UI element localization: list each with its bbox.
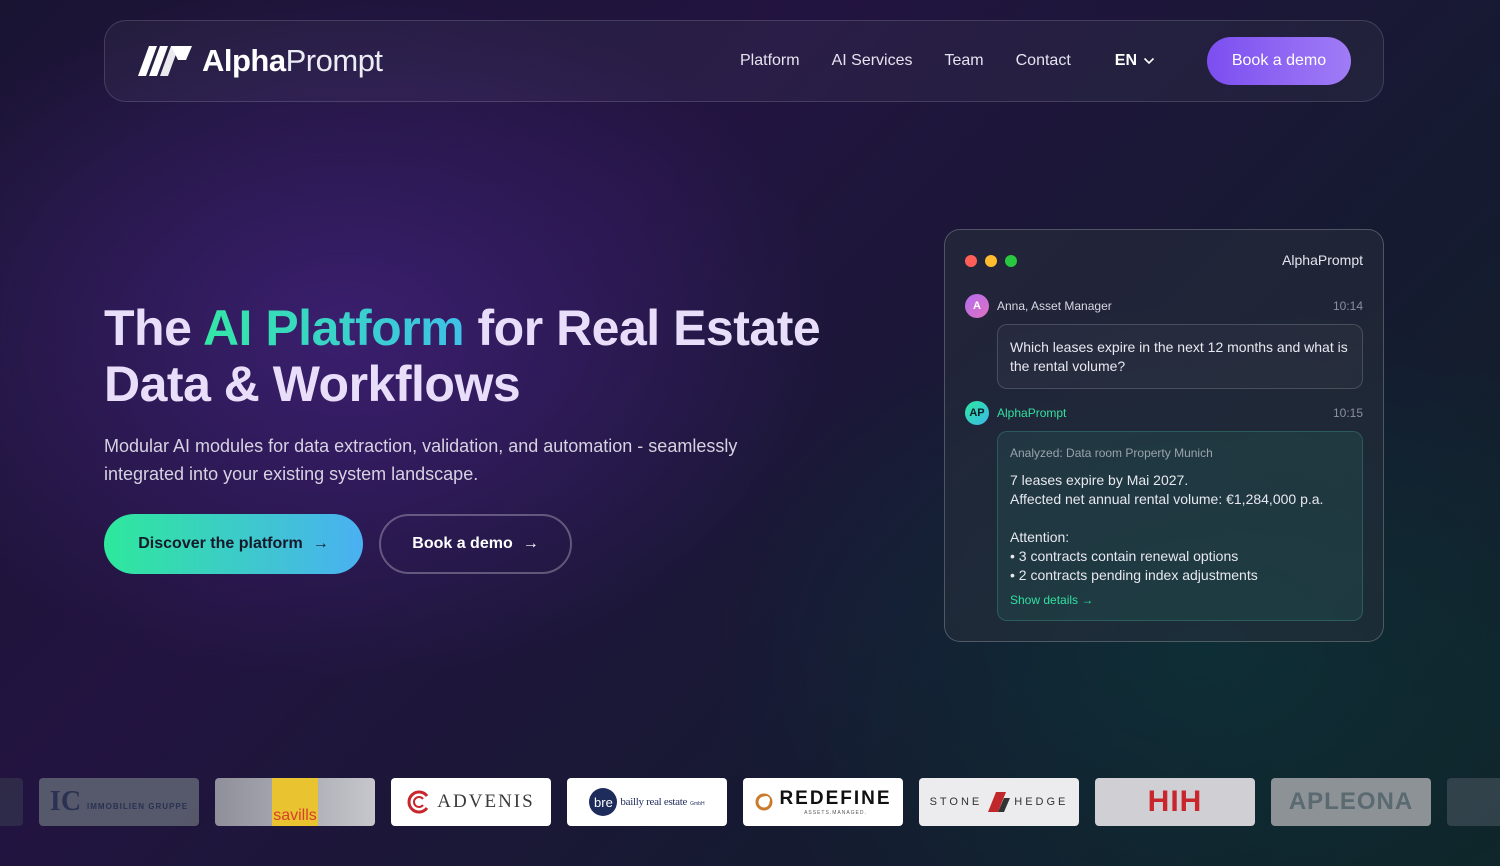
redefine-logo-text: REDEFINE	[779, 788, 892, 809]
brand-name-light: Prompt	[285, 43, 383, 78]
close-dot-icon	[965, 255, 977, 267]
assistant-avatar: AP	[965, 401, 989, 425]
book-demo-button[interactable]: Book a demo →	[379, 514, 572, 574]
bre-logo-text: bailly real estate	[620, 796, 688, 808]
bre-logo-suffix: GmbH	[690, 800, 705, 807]
redefine-ring-icon	[755, 793, 773, 811]
nav-links: Platform AI Services Team Contact	[740, 52, 1071, 70]
client-logo-advenis: ADVENIS	[391, 778, 551, 826]
client-logo-apleona: APLEONA	[1271, 778, 1431, 826]
assistant-name: AlphaPrompt	[997, 406, 1067, 420]
answer-line: • 2 contracts pending index adjustments	[1010, 567, 1258, 583]
nav-link-platform[interactable]: Platform	[740, 52, 800, 70]
user-message-time: 10:14	[1332, 299, 1363, 313]
stone-logo-text: STONE	[929, 796, 983, 808]
chevron-down-icon	[1143, 57, 1155, 65]
client-logo-strip: IC IMMOBILIEN GRUPPE savills ADVENIS bre…	[0, 778, 1500, 826]
minimize-dot-icon	[985, 255, 997, 267]
user-message-bubble: Which leases expire in the next 12 month…	[997, 324, 1363, 389]
savills-logo-text: savills	[273, 807, 317, 824]
hedge-logo-text: HEDGE	[1014, 796, 1069, 808]
apleona-logo-text: APLEONA	[1288, 788, 1414, 815]
nav-link-team[interactable]: Team	[945, 52, 984, 70]
hero-title-highlight: AI Platform	[202, 300, 465, 356]
advenis-logo-text: ADVENIS	[437, 791, 535, 812]
analysis-source: Analyzed: Data room Property Munich	[1010, 446, 1213, 460]
language-label: EN	[1114, 52, 1137, 69]
ic-logo-text: IMMOBILIEN GRUPPE	[87, 801, 189, 811]
answer-line: Affected net annual rental volume: €1,28…	[1010, 491, 1324, 507]
ic-logo-mark: IC	[49, 786, 82, 817]
redefine-logo-subtext: ASSETS.MANAGED.	[804, 810, 867, 816]
client-logo-partial	[1447, 778, 1500, 826]
maximize-dot-icon	[1005, 255, 1017, 267]
window-controls	[965, 255, 1017, 267]
brand-logo[interactable]: AlphaPrompt	[138, 43, 383, 79]
nav-link-ai-services[interactable]: AI Services	[832, 52, 913, 70]
savills-logo-block: savills	[272, 778, 318, 826]
show-details-link[interactable]: Show details →	[1010, 591, 1350, 610]
brand-name: AlphaPrompt	[202, 43, 383, 79]
client-logo-ic: IC IMMOBILIEN GRUPPE	[39, 778, 199, 826]
hih-logo-text: HIH	[1147, 785, 1203, 818]
discover-platform-button[interactable]: Discover the platform →	[104, 514, 363, 574]
redefine-wordmark: REDEFINE ASSETS.MANAGED.	[779, 788, 891, 816]
client-logo-redefine: REDEFINE ASSETS.MANAGED.	[743, 778, 903, 826]
hero-title: The AI Platform for Real Estate Data & W…	[104, 300, 904, 412]
client-logo-stonehedge: STONE HEDGE	[919, 778, 1079, 826]
hero-subtitle: Modular AI modules for data extraction, …	[104, 436, 738, 484]
assistant-message-header: AP AlphaPrompt 10:15	[965, 401, 1363, 425]
chat-preview-window: AlphaPrompt A Anna, Asset Manager 10:14 …	[944, 229, 1384, 642]
hero-title-part1: The	[104, 300, 203, 356]
nav-book-demo-button[interactable]: Book a demo	[1207, 37, 1351, 85]
alphaprompt-logo-icon	[138, 46, 192, 76]
top-navbar: AlphaPrompt Platform AI Services Team Co…	[104, 20, 1384, 102]
brand-name-bold: Alpha	[202, 43, 286, 78]
stonehedge-mark-icon	[988, 792, 1011, 812]
arrow-right-icon: →	[522, 535, 539, 552]
user-avatar: A	[965, 294, 989, 318]
client-logo-hih: HIH	[1095, 778, 1255, 826]
arrow-right-icon: →	[312, 535, 329, 552]
client-logo-partial	[0, 778, 23, 826]
discover-platform-label: Discover the platform	[138, 535, 303, 552]
answer-spacer	[1010, 509, 1350, 528]
nav-link-contact[interactable]: Contact	[1016, 52, 1071, 70]
book-demo-label: Book a demo	[412, 535, 513, 552]
user-message-header: A Anna, Asset Manager 10:14	[965, 294, 1363, 318]
answer-line: Attention:	[1010, 529, 1070, 545]
language-selector[interactable]: EN	[1115, 52, 1155, 70]
chat-window-title: AlphaPrompt	[1282, 252, 1363, 268]
assistant-message-bubble: Analyzed: Data room Property Munich 7 le…	[997, 431, 1363, 621]
answer-line: 7 leases expire by Mai 2027.	[1010, 472, 1189, 488]
user-name: Anna, Asset Manager	[997, 299, 1112, 313]
answer-line: • 3 contracts contain renewal options	[1010, 548, 1239, 564]
advenis-swirl-icon	[407, 790, 429, 814]
assistant-message-time: 10:15	[1332, 406, 1363, 420]
client-logo-savills: savills	[215, 778, 375, 826]
bre-logo-mark: bre	[589, 788, 618, 816]
client-logo-bre: bre bailly real estate GmbH	[567, 778, 727, 826]
